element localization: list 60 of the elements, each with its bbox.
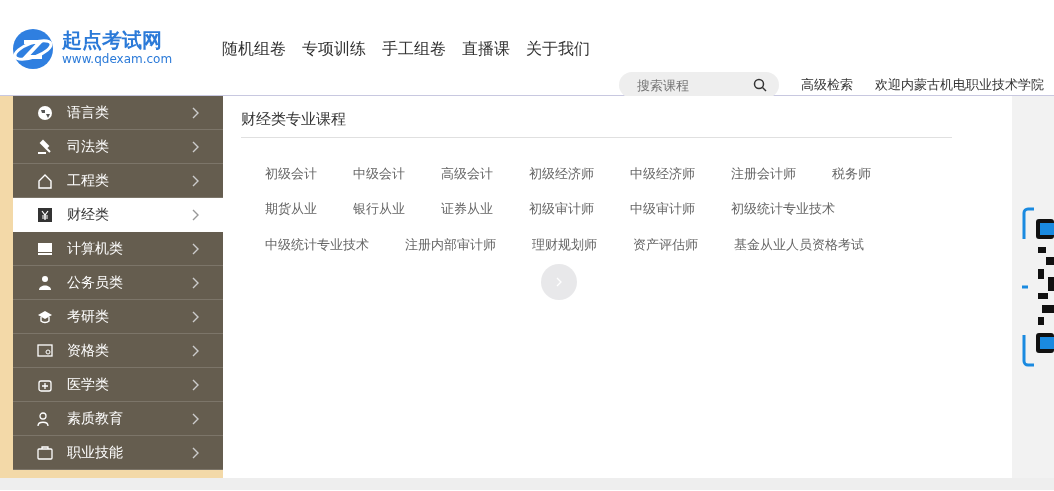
logo-url: www.qdexam.com xyxy=(62,51,173,68)
house-icon xyxy=(37,172,53,189)
certificate-icon xyxy=(37,342,53,359)
sidebar-item[interactable]: 素质教育 xyxy=(13,402,223,436)
course-link[interactable]: 证券从业 xyxy=(441,199,493,219)
logo-name: 起点考试网 xyxy=(62,30,163,50)
monitor-icon xyxy=(37,240,53,257)
course-link[interactable]: 中级统计专业技术 xyxy=(265,234,369,254)
search-field[interactable]: 搜索课程 xyxy=(619,72,779,98)
sidebar-item[interactable]: 公务员类 xyxy=(13,266,223,300)
sidebar-item[interactable]: 财经类 xyxy=(13,198,223,232)
logo-icon xyxy=(12,28,54,70)
course-link[interactable]: 税务师 xyxy=(832,163,871,183)
course-link[interactable]: 基金从业人员资格考试 xyxy=(734,234,864,254)
course-link[interactable]: 初级统计专业技术 xyxy=(731,199,835,219)
chevron-icon xyxy=(191,412,199,425)
advanced-search-link[interactable]: 高级检索 xyxy=(801,75,853,95)
course-link[interactable]: 中级会计 xyxy=(353,163,405,183)
chevron-icon xyxy=(191,276,199,289)
sidebar-item[interactable]: 语言类 xyxy=(13,96,223,130)
course-link[interactable]: 注册内部审计师 xyxy=(405,234,496,254)
chevron-icon xyxy=(191,208,199,221)
sidebar-item[interactable]: 医学类 xyxy=(13,368,223,402)
course-link[interactable]: 银行从业 xyxy=(353,199,405,219)
briefcase-icon xyxy=(37,444,53,461)
chevron-icon xyxy=(191,106,199,119)
chevron-icon xyxy=(191,446,199,459)
course-link[interactable]: 理财规划师 xyxy=(532,234,597,254)
nav-link[interactable]: 专项训练 xyxy=(302,37,367,61)
chevron-icon xyxy=(191,378,199,391)
sidebar-item[interactable]: 工程类 xyxy=(13,164,223,198)
course-link[interactable]: 高级会计 xyxy=(441,163,493,183)
nav-link[interactable]: 手工组卷 xyxy=(382,37,447,61)
chevron-icon xyxy=(191,174,199,187)
sidebar-item[interactable]: 职业技能 xyxy=(13,436,223,470)
chevron-icon xyxy=(191,242,199,255)
person-icon xyxy=(37,274,53,291)
sidebar-item[interactable]: 资格类 xyxy=(13,334,223,368)
sidebar-item[interactable]: 司法类 xyxy=(13,130,223,164)
sidebar-item[interactable]: 计算机类 xyxy=(13,232,223,266)
course-link[interactable]: 期货从业 xyxy=(265,199,317,219)
nav-link[interactable]: 直播课 xyxy=(462,37,511,61)
course-link[interactable]: 注册会计师 xyxy=(731,163,796,183)
sidebar-item[interactable]: 考研类 xyxy=(13,300,223,334)
gavel-icon xyxy=(37,138,53,155)
course-link[interactable]: 资产评估师 xyxy=(633,234,698,254)
nav-link[interactable]: 关于我们 xyxy=(526,37,591,61)
course-link[interactable]: 初级经济师 xyxy=(529,163,594,183)
chevron-icon xyxy=(191,140,199,153)
panel-title: 财经类专业课程 xyxy=(241,108,952,138)
course-link[interactable]: 中级审计师 xyxy=(630,199,695,219)
graduation-cap-icon xyxy=(37,308,53,325)
course-link[interactable]: 初级审计师 xyxy=(529,199,594,219)
course-link[interactable]: 中级经济师 xyxy=(630,163,695,183)
chevron-icon xyxy=(191,344,199,357)
search-icon[interactable] xyxy=(753,78,767,92)
nav-link[interactable]: 随机组卷 xyxy=(222,37,287,61)
course-link[interactable]: 初级会计 xyxy=(265,163,317,183)
welcome-text: 欢迎内蒙古机电职业技术学院 xyxy=(875,76,1044,95)
chevron-icon xyxy=(191,310,199,323)
